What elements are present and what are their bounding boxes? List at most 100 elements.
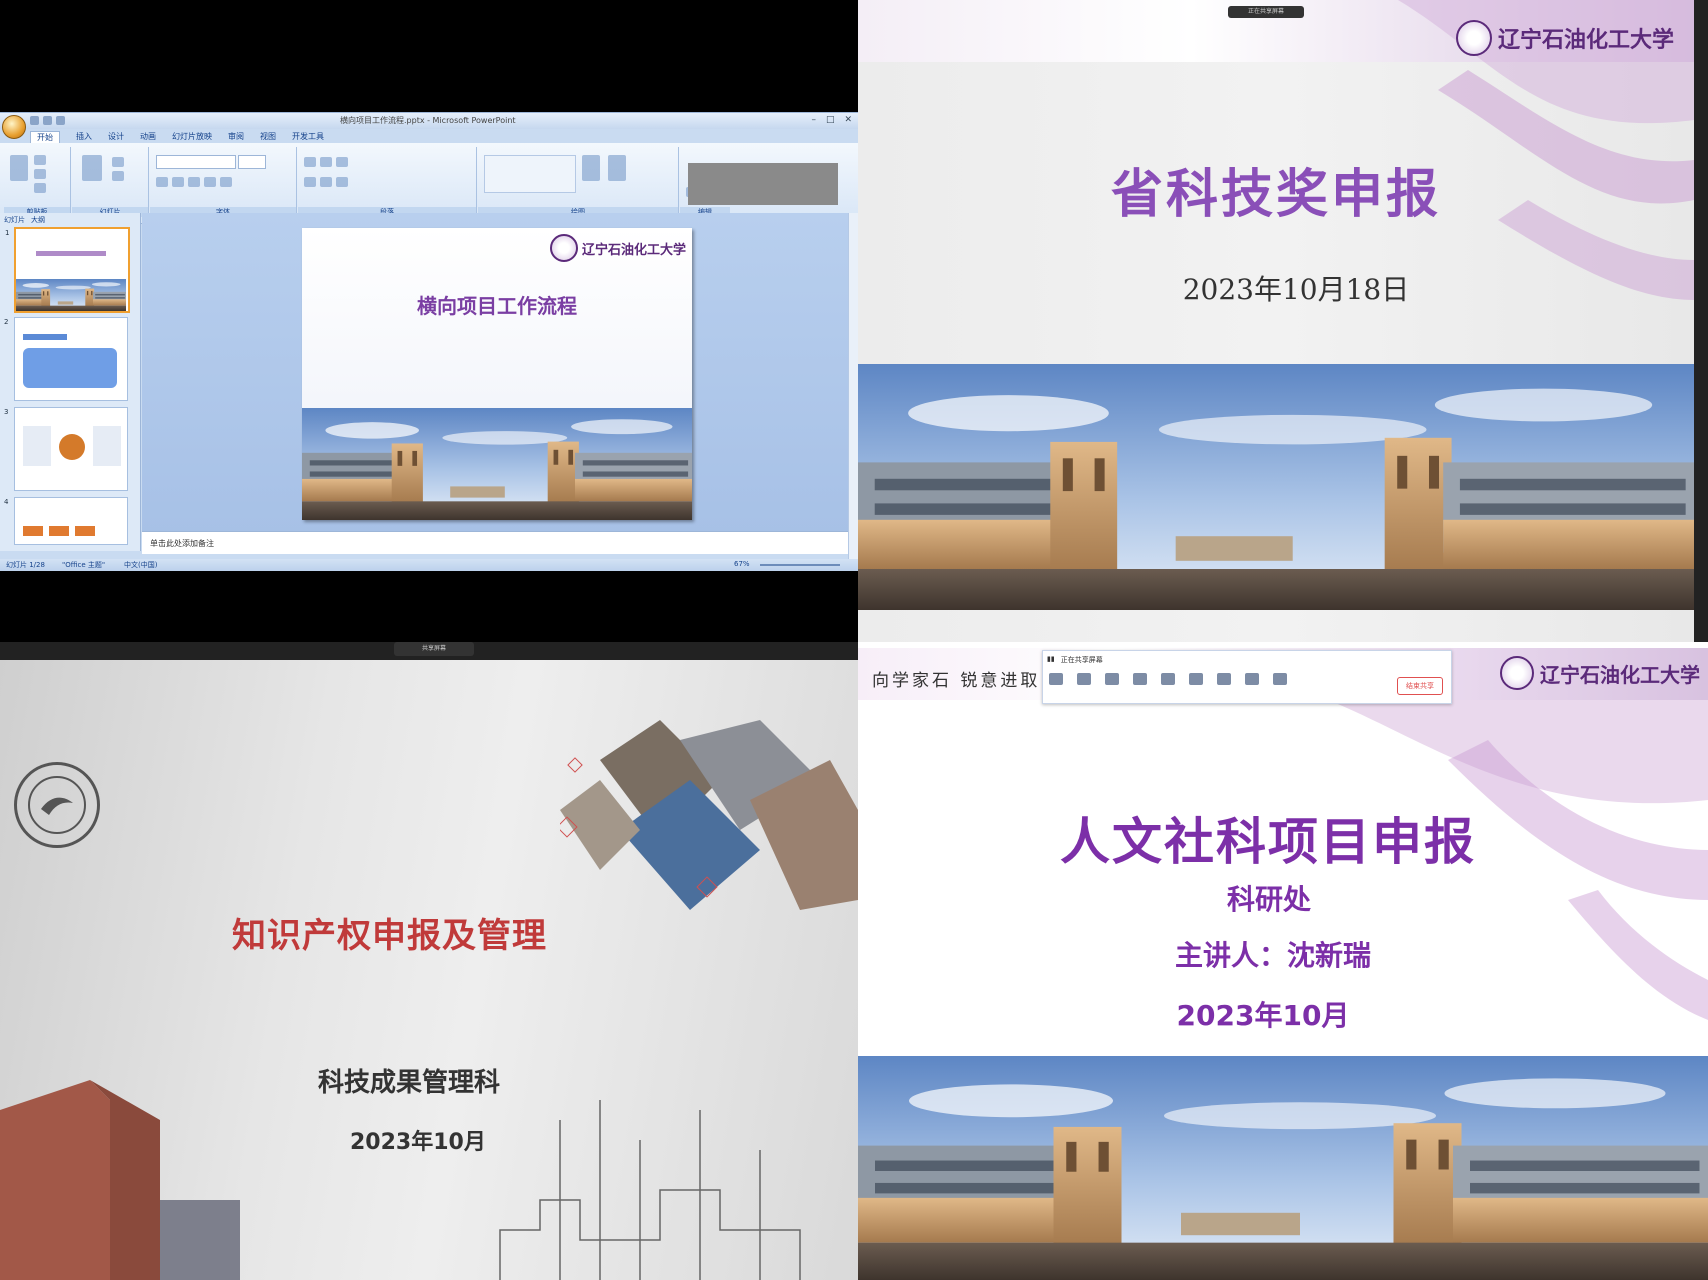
participants-icon[interactable] bbox=[1133, 673, 1147, 685]
ribbon-group-slides: 幻灯片 bbox=[72, 147, 149, 217]
copy-button[interactable] bbox=[34, 169, 46, 179]
align-center-button[interactable] bbox=[320, 177, 332, 187]
campus-photo bbox=[302, 408, 692, 520]
speaker: 主讲人：沈新瑞 bbox=[1174, 939, 1371, 972]
mic-icon[interactable] bbox=[1049, 673, 1063, 685]
layout-button[interactable] bbox=[112, 157, 124, 167]
screen-share-indicator: 共享屏幕 bbox=[394, 642, 474, 656]
projected-slide: 正在共享屏幕 辽宁石油化工大学 省科技奖申报 2023年10月18日 bbox=[858, 0, 1694, 642]
cut-button[interactable] bbox=[34, 155, 46, 165]
projected-slide: 知识产权申报及管理 科技成果管理科 2023年10月 bbox=[0, 660, 858, 1280]
redacted-area bbox=[688, 163, 838, 205]
paste-button[interactable] bbox=[10, 155, 28, 181]
numbering-button[interactable] bbox=[320, 157, 332, 167]
ribbon-group-clipboard: 剪贴板 bbox=[4, 147, 71, 217]
ribbon-group-font: 字体 bbox=[150, 147, 297, 217]
font-name-combo[interactable] bbox=[156, 155, 236, 169]
slide-ip-quadrant: 共享屏幕 知识产权申报及管理 科技成果管理科 2023年10月 bbox=[0, 642, 858, 1280]
current-slide[interactable]: 辽宁石油化工大学 横向项目工作流程 bbox=[302, 228, 692, 520]
tab-view[interactable]: 视图 bbox=[260, 131, 276, 143]
new-slide-button[interactable] bbox=[82, 155, 102, 181]
record-icon[interactable] bbox=[1189, 673, 1203, 685]
underline-button[interactable] bbox=[188, 177, 200, 187]
slide-title: 横向项目工作流程 bbox=[417, 294, 577, 318]
quick-styles-button[interactable] bbox=[608, 155, 626, 181]
campus-photo bbox=[858, 364, 1694, 610]
slide-thumbnail-1[interactable]: 1 bbox=[5, 227, 130, 313]
save-icon[interactable] bbox=[30, 116, 39, 125]
reset-button[interactable] bbox=[112, 171, 124, 181]
slides-pane: 幻灯片 大纲 1 2 3 4 bbox=[0, 213, 141, 551]
tab-outline[interactable]: 大纲 bbox=[31, 215, 45, 225]
screen-share-indicator: 正在共享屏幕 bbox=[1228, 6, 1304, 18]
slide-title: 知识产权申报及管理 bbox=[232, 916, 547, 956]
office-button[interactable] bbox=[2, 115, 26, 139]
slide-counter: 幻灯片 1/28 bbox=[6, 561, 45, 569]
shadow-button[interactable] bbox=[204, 177, 216, 187]
vertical-scrollbar[interactable] bbox=[848, 213, 858, 559]
bullets-button[interactable] bbox=[304, 157, 316, 167]
university-logo: 辽宁石油化工大学 bbox=[1500, 656, 1700, 690]
more-icon[interactable] bbox=[1217, 673, 1231, 685]
slide-title: 省科技奖申报 bbox=[1110, 165, 1441, 225]
status-bar: 幻灯片 1/28 "Office 主题" 中文(中国) 67% bbox=[0, 559, 858, 571]
align-right-button[interactable] bbox=[336, 177, 348, 187]
tab-design[interactable]: 设计 bbox=[108, 131, 124, 143]
notes-placeholder: 单击此处添加备注 bbox=[150, 539, 214, 548]
slide-title: 人文社科项目申报 bbox=[1060, 813, 1476, 871]
tab-review[interactable]: 审阅 bbox=[228, 131, 244, 143]
zoom-level[interactable]: 67% bbox=[734, 560, 750, 568]
shapes-gallery[interactable] bbox=[484, 155, 576, 193]
tab-slides[interactable]: 幻灯片 bbox=[4, 215, 25, 225]
quick-access-toolbar bbox=[30, 116, 65, 125]
window-title: 横向项目工作流程.pptx - Microsoft PowerPoint bbox=[340, 116, 516, 125]
slide-thumbnail-2[interactable]: 2 bbox=[4, 317, 128, 401]
share-icon[interactable] bbox=[1105, 673, 1119, 685]
align-left-button[interactable] bbox=[304, 177, 316, 187]
chat-icon[interactable] bbox=[1245, 673, 1259, 685]
close-icon[interactable]: ✕ bbox=[844, 115, 852, 125]
university-logo: 辽宁石油化工大学 bbox=[1455, 20, 1674, 56]
tab-slideshow[interactable]: 幻灯片放映 bbox=[172, 131, 212, 143]
tab-insert[interactable]: 插入 bbox=[76, 131, 92, 143]
minimize-icon[interactable]: – bbox=[811, 115, 816, 125]
title-bar: 横向项目工作流程.pptx - Microsoft PowerPoint – □… bbox=[0, 113, 858, 139]
notes-pane[interactable]: 单击此处添加备注 bbox=[142, 531, 848, 554]
tab-home[interactable]: 开始 bbox=[30, 131, 60, 143]
slide-date: 2023年10月18日 bbox=[1182, 273, 1410, 306]
ribbon-tabs: 开始 插入 设计 动画 幻灯片放映 审阅 视图 开发工具 bbox=[30, 131, 324, 143]
powerpoint-quadrant: 横向项目工作流程.pptx - Microsoft PowerPoint – □… bbox=[0, 0, 858, 642]
maximize-icon[interactable]: □ bbox=[826, 115, 835, 125]
italic-button[interactable] bbox=[172, 177, 184, 187]
settings-icon[interactable] bbox=[1273, 673, 1287, 685]
university-seal-icon bbox=[14, 762, 100, 848]
slide-thumbnail-3[interactable]: 3 bbox=[4, 407, 128, 491]
ribbon-group-paragraph: 段落 bbox=[298, 147, 477, 217]
indent-button[interactable] bbox=[336, 157, 348, 167]
university-logo: 辽宁石油化工大学 bbox=[549, 234, 686, 262]
factory-collage bbox=[560, 720, 858, 910]
slide-humanities-quadrant: 向学家石 锐意进取 ▮▮ 正在共享屏幕 结束共享 辽宁石油化工大学 人文社科项目… bbox=[858, 642, 1708, 1280]
tab-developer[interactable]: 开发工具 bbox=[292, 131, 324, 143]
redo-icon[interactable] bbox=[56, 116, 65, 125]
university-seal-icon bbox=[1500, 656, 1534, 690]
signal-icon: ▮▮ bbox=[1047, 655, 1055, 663]
zoom-slider[interactable] bbox=[760, 564, 840, 566]
university-seal-icon bbox=[1455, 20, 1492, 56]
arrange-button[interactable] bbox=[582, 155, 600, 181]
annotate-icon[interactable] bbox=[1161, 673, 1175, 685]
font-size-combo[interactable] bbox=[238, 155, 266, 169]
stop-share-button[interactable]: 结束共享 bbox=[1397, 677, 1443, 695]
camera-icon[interactable] bbox=[1077, 673, 1091, 685]
campus-photo bbox=[858, 1056, 1708, 1280]
format-painter-button[interactable] bbox=[34, 183, 46, 193]
slide-thumbnail-4[interactable]: 4 bbox=[4, 497, 128, 545]
undo-icon[interactable] bbox=[43, 116, 52, 125]
font-color-button[interactable] bbox=[220, 177, 232, 187]
bold-button[interactable] bbox=[156, 177, 168, 187]
powerpoint-window: 横向项目工作流程.pptx - Microsoft PowerPoint – □… bbox=[0, 112, 858, 571]
ribbon: 剪贴板 幻灯片 字体 段落 绘图 编辑 bbox=[0, 143, 858, 224]
school-motto: 向学家石 锐意进取 bbox=[872, 671, 1041, 691]
slide-date: 2023年10月 bbox=[1176, 999, 1350, 1032]
tab-animations[interactable]: 动画 bbox=[140, 131, 156, 143]
